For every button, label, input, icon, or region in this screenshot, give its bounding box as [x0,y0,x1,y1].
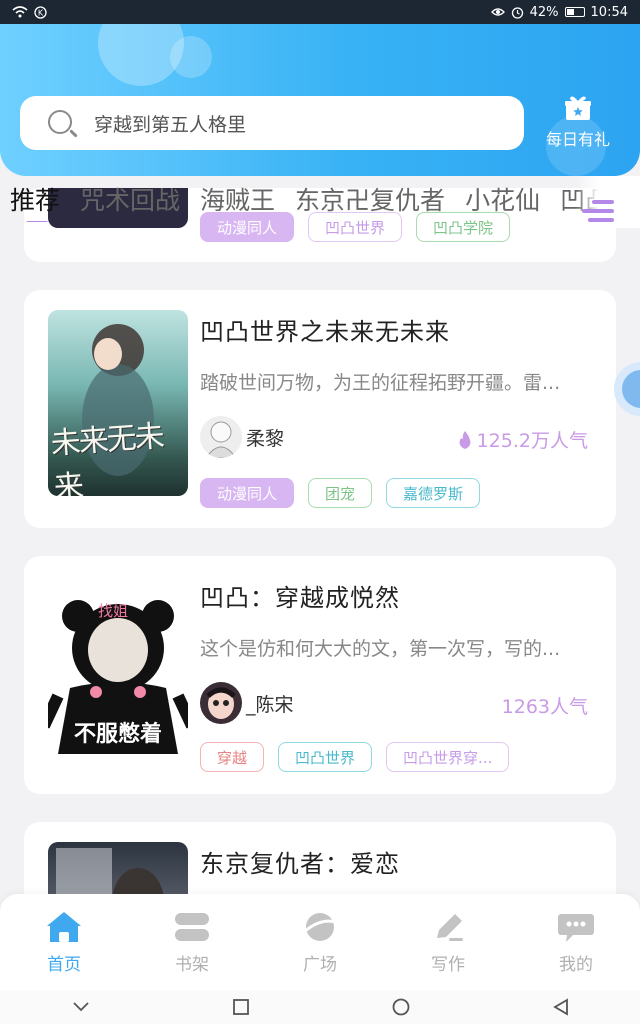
book-author[interactable]: 柔黎 [200,416,284,458]
book-card[interactable]: 找姐 不服憋着 凹凸：穿越成悦然 这个是仿和何大大的文，第一次写，写的... _… [24,556,616,794]
nav-label: 首页 [47,955,81,975]
book-title[interactable]: 凹凸：穿越成悦然 [200,578,400,613]
book-description: 踏破世间万物，为王的征程拓野开疆。雷... [200,372,561,394]
eye-icon [490,8,505,16]
bookshelf-icon [175,913,209,941]
status-bar: K 42% 10:54 [0,0,640,24]
back-icon[interactable] [552,998,569,1016]
nav-label: 书架 [175,955,209,975]
tag[interactable]: 动漫同人 [200,478,295,508]
daily-gift-button[interactable]: 每日有礼 [540,94,616,150]
popularity: 1263人气 [502,692,588,719]
category-menu-button[interactable] [576,176,640,228]
tab-recommend[interactable]: 推荐 [10,181,60,222]
wifi-icon [12,6,28,18]
recents-icon[interactable] [232,999,249,1015]
popularity-count: 125.2万人气 [476,430,588,452]
nav-square[interactable]: 广场 [256,894,384,990]
tag-list: 动漫同人 团宠 嘉德罗斯 [200,478,481,508]
battery-percent: 42% [529,4,559,20]
battery-icon [564,7,585,17]
search-bar[interactable]: 穿越到第五人格里 [20,96,524,150]
book-cover-text: 不服憋着 [73,722,162,747]
nav-write[interactable]: 写作 [384,894,512,990]
alarm-icon [511,6,523,19]
nav-label: 广场 [303,955,337,975]
floating-assistant-button[interactable] [614,362,640,416]
book-card[interactable]: 未来无未来 凹凸世界之未来无未来 踏破世间万物，为王的征程拓野开疆。雷... 柔… [24,290,616,528]
book-cover-text: 找姐 [98,602,129,620]
home-icon [47,912,81,942]
nav-label: 我的 [559,955,593,975]
tab-jujutsu-kaisen[interactable]: 咒术回战 [80,181,180,217]
nav-home[interactable]: 首页 [0,894,128,990]
planet-icon [303,913,337,941]
category-tabs: 推荐 咒术回战 海贼王 东京卍复仇者 小花仙 凹凸 [0,176,640,222]
fire-icon [459,430,471,449]
search-placeholder: 穿越到第五人格里 [94,113,247,136]
book-cover-title: 未来无未来 [49,419,164,496]
tag-list: 穿越 凹凸世界 凹凸世界穿... [200,742,510,772]
menu-icon [582,209,614,213]
book-author[interactable]: _陈宋 [200,682,294,724]
home-circle-icon[interactable] [392,998,410,1016]
tab-one-piece[interactable]: 海贼王 [200,181,275,217]
chat-bubble-icon [558,914,594,942]
chevron-down-icon[interactable] [72,1001,90,1013]
book-title[interactable]: 东京复仇者：爱恋 [200,844,400,879]
header: 穿越到第五人格里 每日有礼 [0,24,640,176]
tag[interactable]: 嘉德罗斯 [386,478,481,508]
status-left: K [12,5,47,19]
popularity: 125.2万人气 [457,426,588,453]
status-right: 42% 10:54 [490,4,628,20]
nav-bookshelf[interactable]: 书架 [128,894,256,990]
menu-icon [588,218,614,222]
nav-label: 写作 [431,955,465,975]
bottom-nav: 首页 书架 广场 写作 我的 [0,894,640,990]
tag[interactable]: 穿越 [200,742,265,772]
avatar [200,682,242,724]
menu-icon [592,200,614,204]
svg-text:K: K [38,8,44,17]
decor-bubble [170,36,212,78]
author-name: 柔黎 [246,427,285,450]
nav-mine[interactable]: 我的 [512,894,640,990]
system-nav-bar [0,990,640,1024]
tab-little-flower-fairy[interactable]: 小花仙 [465,181,540,217]
tag[interactable]: 团宠 [308,478,373,508]
book-title[interactable]: 凹凸世界之未来无未来 [200,312,450,347]
tag[interactable]: 凹凸世界 [278,742,373,772]
tab-tokyo-revengers[interactable]: 东京卍复仇者 [295,181,445,217]
avatar [200,416,242,458]
author-name: _陈宋 [246,693,294,716]
search-icon [46,108,78,138]
popularity-count: 1263人气 [501,696,588,718]
pencil-icon [437,914,463,941]
tag[interactable]: 凹凸世界穿... [386,742,510,772]
gift-icon [565,96,591,120]
book-cover: 未来无未来 [48,310,188,496]
book-description: 这个是仿和何大大的文，第一次写，写的... [200,638,561,660]
book-cover: 找姐 不服憋着 [48,576,188,762]
daily-gift-label: 每日有礼 [545,130,610,149]
clock: 10:54 [590,4,628,20]
notification-icon: K [34,5,47,19]
